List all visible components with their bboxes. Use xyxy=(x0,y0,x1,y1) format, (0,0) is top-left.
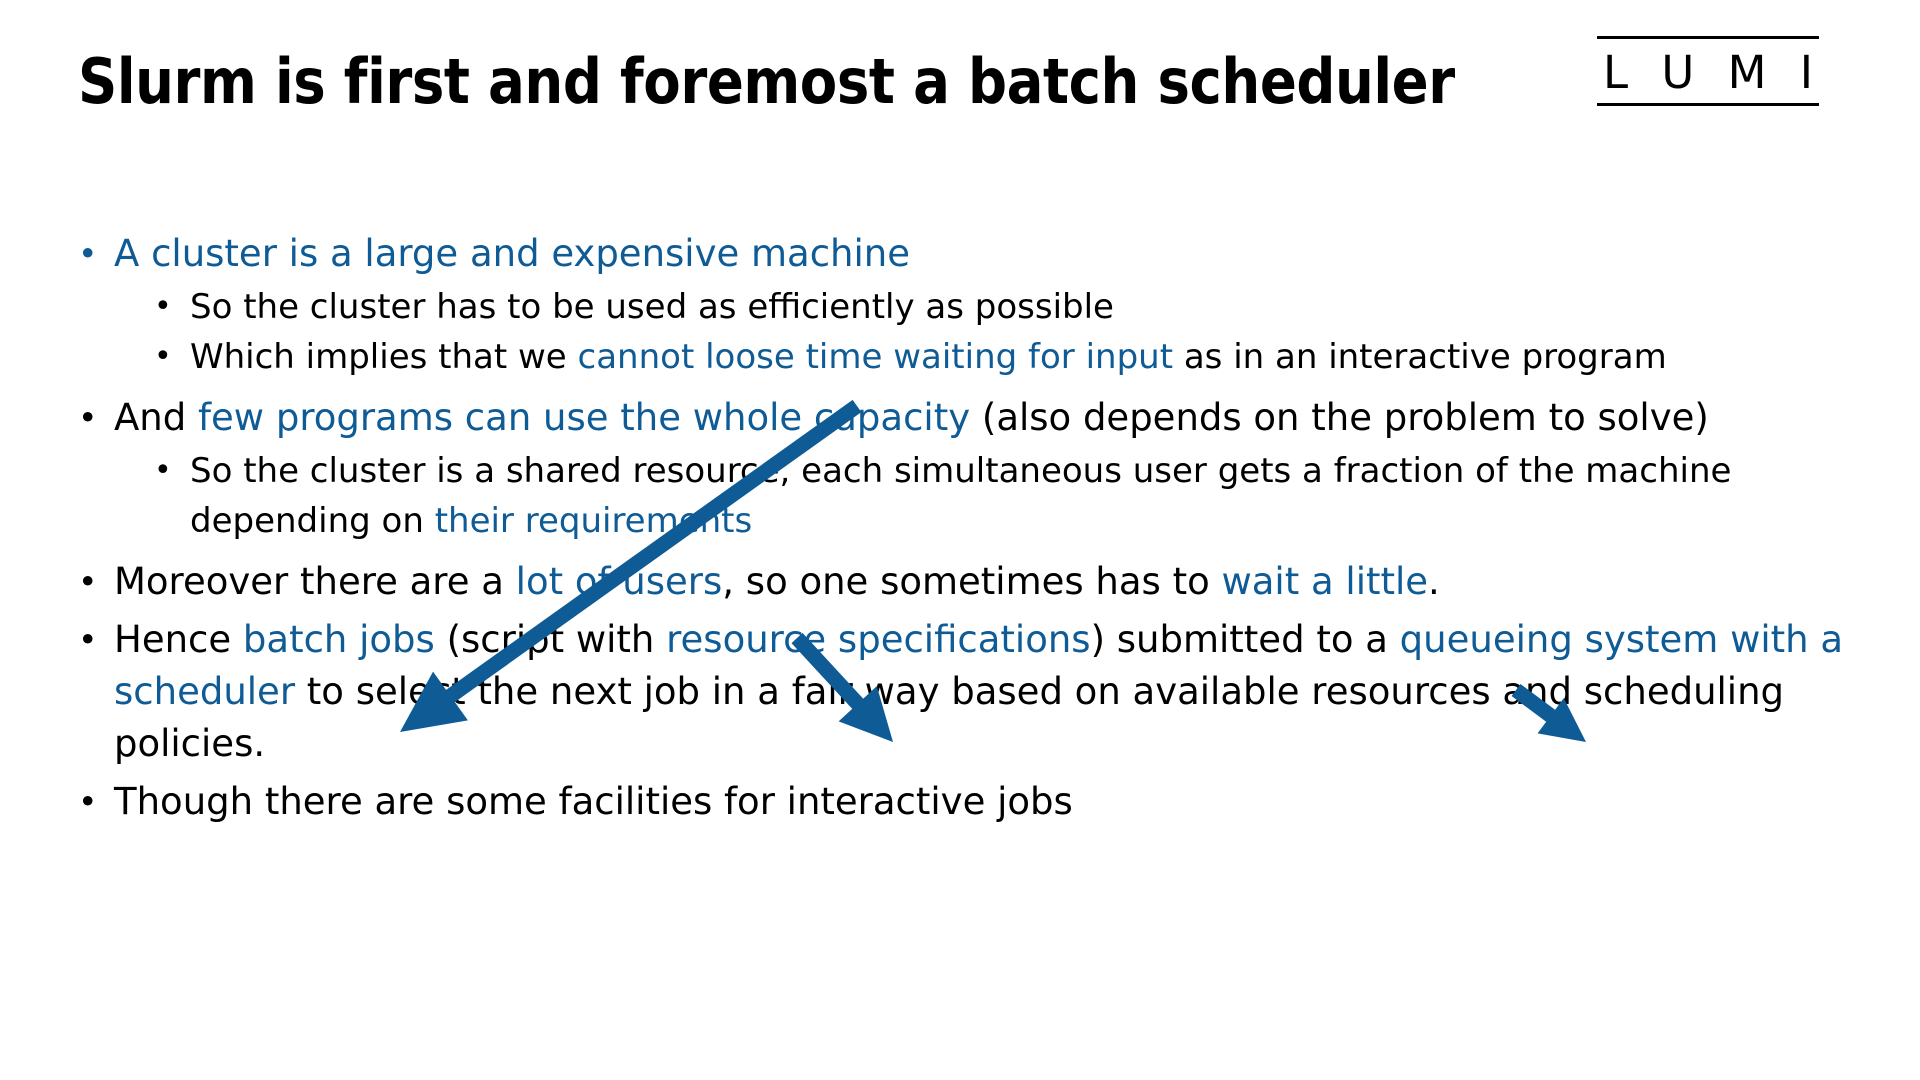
bullet-marker: • xyxy=(78,620,98,659)
slide: Slurm is first and foremost a batch sche… xyxy=(0,0,1920,1080)
bullet-shared-resource: • So the cluster is a shared resource, e… xyxy=(148,446,1862,546)
bullet-marker: • xyxy=(154,339,172,374)
bullet-few-programs: • And few programs can use the whole cap… xyxy=(72,392,1862,444)
bullet-text-highlight-1: batch jobs xyxy=(242,618,435,661)
logo-letters: L U M I xyxy=(1601,46,1815,98)
bullet-text-part-2: (script with xyxy=(434,618,667,661)
bullet-text-highlight-1: cannot loose time waiting for input xyxy=(577,337,1174,377)
logo-letter-u: U xyxy=(1661,45,1695,99)
bullet-marker: • xyxy=(78,562,98,601)
bullet-marker: • xyxy=(78,398,98,437)
bullet-lot-of-users: • Moreover there are a lot of users, so … xyxy=(72,556,1862,608)
bullet-text-highlight-2: resource specifications xyxy=(666,618,1091,661)
bullet-marker: • xyxy=(78,234,98,273)
logo-rule-bottom xyxy=(1597,103,1819,106)
page-title: Slurm is first and foremost a batch sche… xyxy=(78,45,1455,118)
bullet-text-part-3: ) submitted to a xyxy=(1090,618,1400,661)
bullet-cluster-expensive: • A cluster is a large and expensive mac… xyxy=(72,228,1862,280)
bullet-group-2: • And few programs can use the whole cap… xyxy=(72,392,1862,546)
bullet-text-part-2: (also depends on the problem to solve) xyxy=(970,396,1709,439)
bullet-interactive-jobs: • Though there are some facilities for i… xyxy=(72,776,1862,828)
bullet-list: • A cluster is a large and expensive mac… xyxy=(72,228,1862,830)
bullet-text: So the cluster has to be used as efficie… xyxy=(190,287,1114,327)
logo-letter-i: I xyxy=(1799,45,1813,99)
bullet-text: Though there are some facilities for int… xyxy=(114,780,1073,823)
bullet-text-part-3: . xyxy=(1428,560,1440,603)
bullet-batch-jobs: • Hence batch jobs (script with resource… xyxy=(72,614,1862,770)
bullet-text-part-1: So the cluster is a shared resource, eac… xyxy=(190,451,1732,541)
bullet-text-highlight-2: wait a little xyxy=(1221,560,1429,603)
bullet-group-1: • A cluster is a large and expensive mac… xyxy=(72,228,1862,382)
bullet-text-highlight-1: lot of users xyxy=(515,560,723,603)
bullet-text-part-1: Moreover there are a xyxy=(114,560,516,603)
bullet-text-part-1: Hence xyxy=(114,618,243,661)
lumi-logo: L U M I xyxy=(1597,36,1819,106)
bullet-marker: • xyxy=(78,782,98,821)
logo-letter-l: L xyxy=(1603,45,1629,99)
bullet-text-part-1: And xyxy=(114,396,199,439)
bullet-text-part-4: to select the next job in a fair way bas… xyxy=(114,670,1785,765)
bullet-marker: • xyxy=(154,453,172,488)
bullet-text-part-2: as in an interactive program xyxy=(1173,337,1667,377)
bullet-text-highlight-1: few programs can use the whole capacity xyxy=(198,396,971,439)
bullet-text-part-1: Which implies that we xyxy=(190,337,578,377)
logo-rule-top xyxy=(1597,36,1819,39)
bullet-marker: • xyxy=(154,289,172,324)
bullet-efficiently: • So the cluster has to be used as effic… xyxy=(148,282,1862,332)
bullet-text-part-2: , so one sometimes has to xyxy=(722,560,1222,603)
logo-letter-m: M xyxy=(1727,45,1767,99)
bullet-text: A cluster is a large and expensive machi… xyxy=(114,232,911,275)
bullet-text-highlight-1: their requirements xyxy=(434,501,753,541)
bullet-cannot-loose-time: • Which implies that we cannot loose tim… xyxy=(148,332,1862,382)
